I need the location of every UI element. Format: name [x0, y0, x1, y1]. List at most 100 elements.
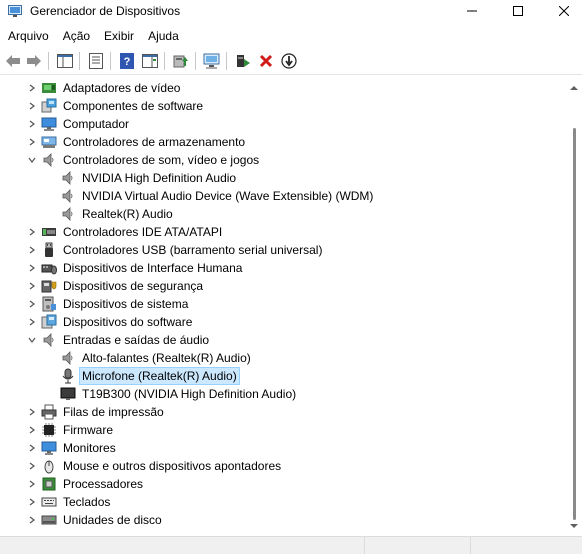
toolbar-separator: [110, 52, 111, 70]
tree-category[interactable]: Monitores: [0, 439, 566, 457]
tree-category[interactable]: Computador: [0, 115, 566, 133]
tree-category[interactable]: Adaptadores de vídeo: [0, 79, 566, 97]
tree-item-label: Filas de impressão: [63, 405, 164, 419]
help-button[interactable]: ?: [117, 51, 137, 71]
scan-hardware-changes-button[interactable]: [202, 51, 222, 71]
chevron-right-icon[interactable]: [26, 496, 38, 508]
tree-item-label: Realtek(R) Audio: [82, 207, 173, 221]
chevron-right-icon[interactable]: [26, 406, 38, 418]
chevron-right-icon[interactable]: [26, 226, 38, 238]
disable-device-button[interactable]: [279, 51, 299, 71]
action-pane-button[interactable]: [140, 51, 160, 71]
tree-item-label: Dispositivos do software: [63, 315, 193, 329]
help-icon: ?: [120, 53, 134, 69]
chevron-right-icon[interactable]: [26, 442, 38, 454]
chevron-right-icon[interactable]: [26, 514, 38, 526]
uninstall-device-button[interactable]: [256, 51, 276, 71]
console-tree-icon: [57, 54, 73, 68]
enable-device-button[interactable]: [233, 51, 253, 71]
computer-icon: [41, 116, 57, 132]
tree-device[interactable]: NVIDIA Virtual Audio Device (Wave Extens…: [0, 187, 566, 205]
software-component-icon: [41, 98, 57, 114]
tree-device[interactable]: Realtek(R) Audio: [0, 205, 566, 223]
tree-category[interactable]: Mouse e outros dispositivos apontadores: [0, 457, 566, 475]
device-tree: Adaptadores de vídeo Componentes de softw…: [0, 79, 566, 529]
toolbar-separator: [79, 52, 80, 70]
tree-device[interactable]: Alto-falantes (Realtek(R) Audio): [0, 349, 566, 367]
menu-exibir[interactable]: Exibir: [97, 26, 141, 46]
chevron-right-icon[interactable]: [26, 478, 38, 490]
disk-drive-icon: [41, 512, 57, 528]
svg-text:?: ?: [124, 56, 131, 68]
chevron-down-icon[interactable]: [26, 334, 38, 346]
tree-category[interactable]: Controladores de som, vídeo e jogos: [0, 151, 566, 169]
tree-category[interactable]: Dispositivos do software: [0, 313, 566, 331]
monitor-icon: [41, 440, 57, 456]
chevron-right-icon[interactable]: [26, 244, 38, 256]
chevron-down-icon[interactable]: [26, 154, 38, 166]
window-title: Gerenciador de Dispositivos: [30, 4, 181, 18]
vertical-scrollbar[interactable]: [566, 76, 582, 536]
speaker-icon: [60, 188, 76, 204]
chevron-right-icon[interactable]: [26, 460, 38, 472]
tree-item-label: NVIDIA Virtual Audio Device (Wave Extens…: [82, 189, 374, 203]
menu-arquivo[interactable]: Arquivo: [0, 26, 56, 46]
tree-item-label: Dispositivos de sistema: [63, 297, 189, 311]
tree-category[interactable]: Filas de impressão: [0, 403, 566, 421]
chevron-right-icon[interactable]: [26, 136, 38, 148]
display-adapter-icon: [41, 80, 57, 96]
tree-category[interactable]: Dispositivos de Interface Humana: [0, 259, 566, 277]
menu-ajuda[interactable]: Ajuda: [141, 26, 186, 46]
back-arrow-icon: [6, 55, 20, 67]
toolbar-separator: [195, 52, 196, 70]
tree-category[interactable]: Controladores USB (barramento serial uni…: [0, 241, 566, 259]
tree-device[interactable]: Microfone (Realtek(R) Audio): [0, 367, 566, 385]
status-bar: [0, 536, 582, 554]
chevron-right-icon[interactable]: [26, 100, 38, 112]
properties-button[interactable]: [86, 51, 106, 71]
tree-category[interactable]: Teclados: [0, 493, 566, 511]
title-bar[interactable]: Gerenciador de Dispositivos: [0, 0, 582, 22]
chevron-right-icon[interactable]: [26, 280, 38, 292]
tree-category[interactable]: Controladores IDE ATA/ATAPI: [0, 223, 566, 241]
tree-category[interactable]: Controladores de armazenamento: [0, 133, 566, 151]
back-button[interactable]: [3, 51, 23, 71]
close-button[interactable]: [541, 0, 582, 22]
forward-button[interactable]: [24, 51, 44, 71]
maximize-button[interactable]: [495, 0, 541, 22]
chevron-right-icon[interactable]: [26, 262, 38, 274]
speaker-icon: [60, 350, 76, 366]
close-icon: [559, 6, 569, 16]
tree-category[interactable]: Unidades de disco: [0, 511, 566, 529]
tree-category[interactable]: Processadores: [0, 475, 566, 493]
chevron-right-icon[interactable]: [26, 82, 38, 94]
show-hide-console-tree-button[interactable]: [55, 51, 75, 71]
toolbar-separator: [164, 52, 165, 70]
chevron-right-icon[interactable]: [26, 316, 38, 328]
speaker-icon: [60, 206, 76, 222]
processor-icon: [41, 476, 57, 492]
scroll-down-icon[interactable]: [570, 522, 578, 530]
tree-category[interactable]: Dispositivos de segurança: [0, 277, 566, 295]
scroll-up-icon[interactable]: [570, 84, 578, 92]
chevron-right-icon[interactable]: [26, 298, 38, 310]
chevron-right-icon[interactable]: [26, 118, 38, 130]
tree-category[interactable]: Componentes de software: [0, 97, 566, 115]
tree-category[interactable]: Dispositivos de sistema: [0, 295, 566, 313]
tree-item-label: Computador: [63, 117, 130, 131]
scrollbar-thumb[interactable]: [573, 128, 576, 520]
menu-acao[interactable]: Ação: [56, 26, 97, 46]
tree-item-label: Alto-falantes (Realtek(R) Audio): [82, 351, 251, 365]
tree-device[interactable]: NVIDIA High Definition Audio: [0, 169, 566, 187]
minimize-button[interactable]: [449, 0, 495, 22]
tree-device[interactable]: T19B300 (NVIDIA High Definition Audio): [0, 385, 566, 403]
tree-category[interactable]: Firmware: [0, 421, 566, 439]
chevron-right-icon[interactable]: [26, 424, 38, 436]
update-driver-icon: [173, 55, 188, 68]
forward-arrow-icon: [27, 55, 41, 67]
update-driver-button[interactable]: [171, 51, 191, 71]
tree-item-label: Teclados: [63, 495, 111, 509]
tree-item-label: NVIDIA High Definition Audio: [82, 171, 237, 185]
software-device-icon: [41, 314, 57, 330]
tree-category[interactable]: Entradas e saídas de áudio: [0, 331, 566, 349]
